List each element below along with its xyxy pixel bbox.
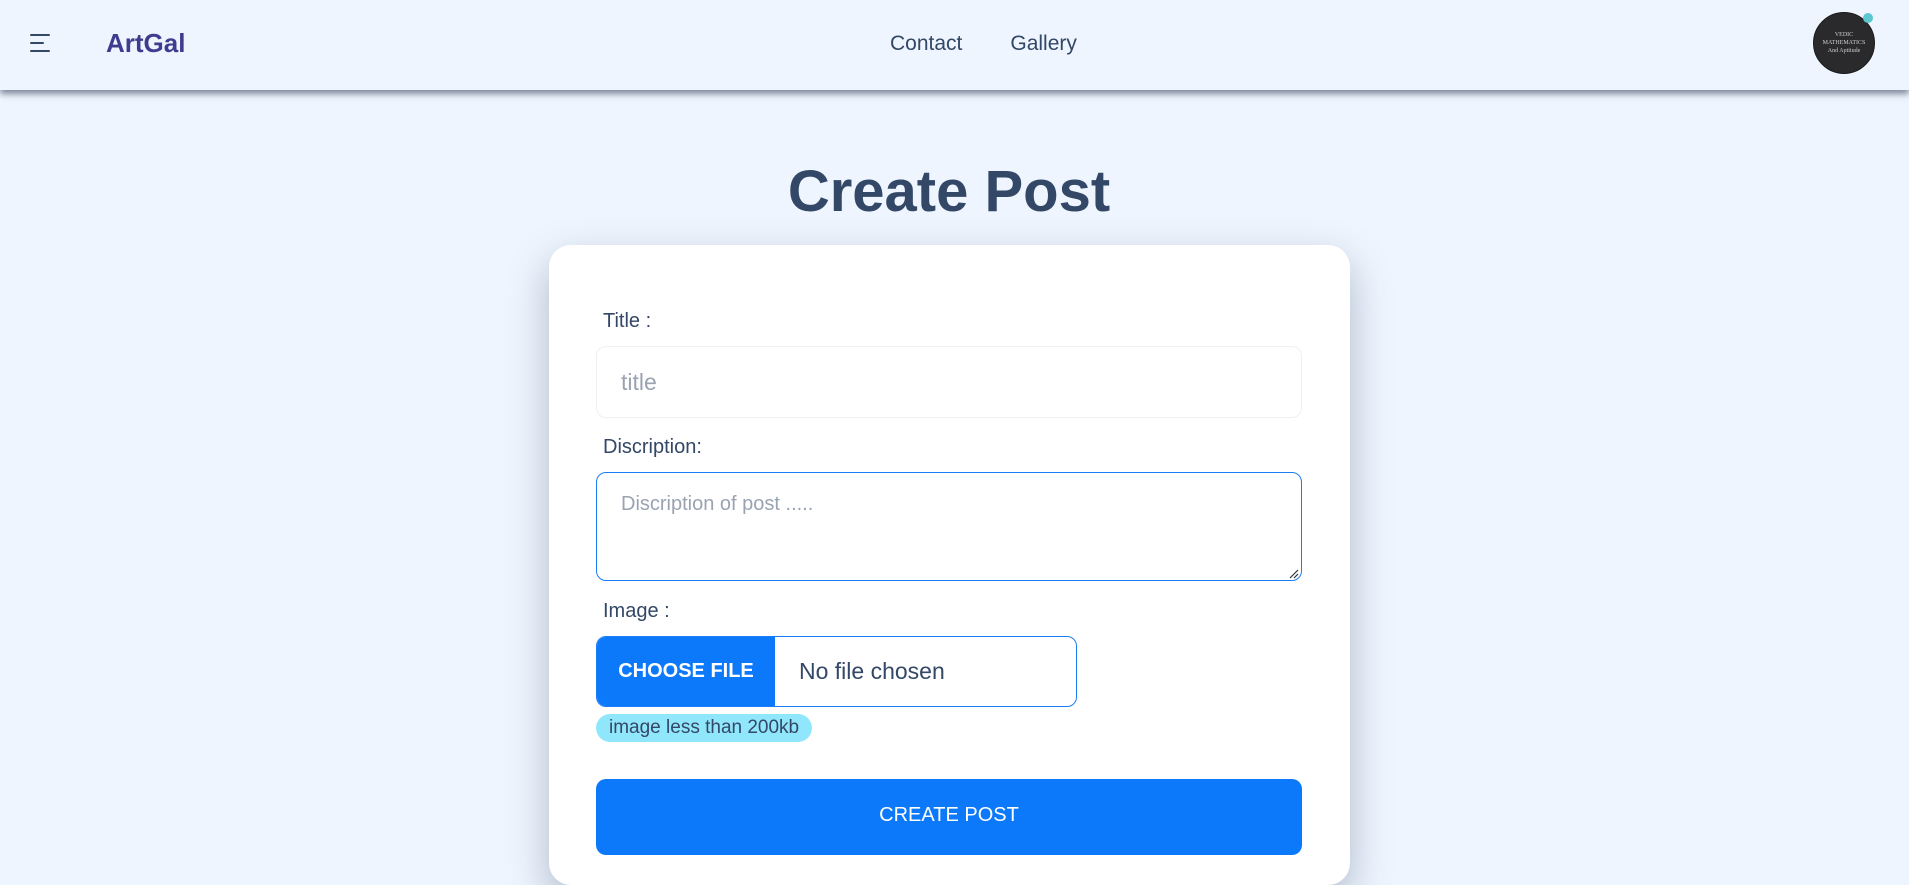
resize-grip-icon[interactable] [1287,567,1299,579]
avatar-text-line-1: VEDIC [1834,32,1854,38]
menu-icon[interactable] [30,34,52,54]
page-title: Create Post [787,159,1111,224]
online-status-dot [1863,13,1873,23]
title-label: Title : [603,310,652,332]
title-input[interactable] [596,346,1302,418]
image-file-input[interactable]: CHOOSE FILE No file chosen [596,636,1077,707]
nav-link-gallery[interactable]: Gallery [1010,32,1077,56]
brand-logo[interactable]: ArtGal [106,28,185,59]
create-post-form: Title : Discription: Image : CHOOSE FILE… [549,245,1350,885]
file-status-text: No file chosen [799,658,945,684]
image-size-hint-badge: image less than 200kb [596,714,813,742]
nav-links: Contact Gallery [890,32,1077,56]
choose-file-button[interactable]: CHOOSE FILE [597,637,775,706]
image-label: Image : [603,600,670,622]
navbar: ArtGal Contact Gallery VEDIC MATHEMATICS… [0,0,1909,90]
description-textarea[interactable] [596,472,1302,581]
avatar-text-line-2: MATHEMATICS [1822,40,1866,46]
avatar-text-line-3: And Aptitude [1827,48,1861,54]
description-label: Discription: [603,436,702,458]
nav-link-contact[interactable]: Contact [890,32,962,56]
